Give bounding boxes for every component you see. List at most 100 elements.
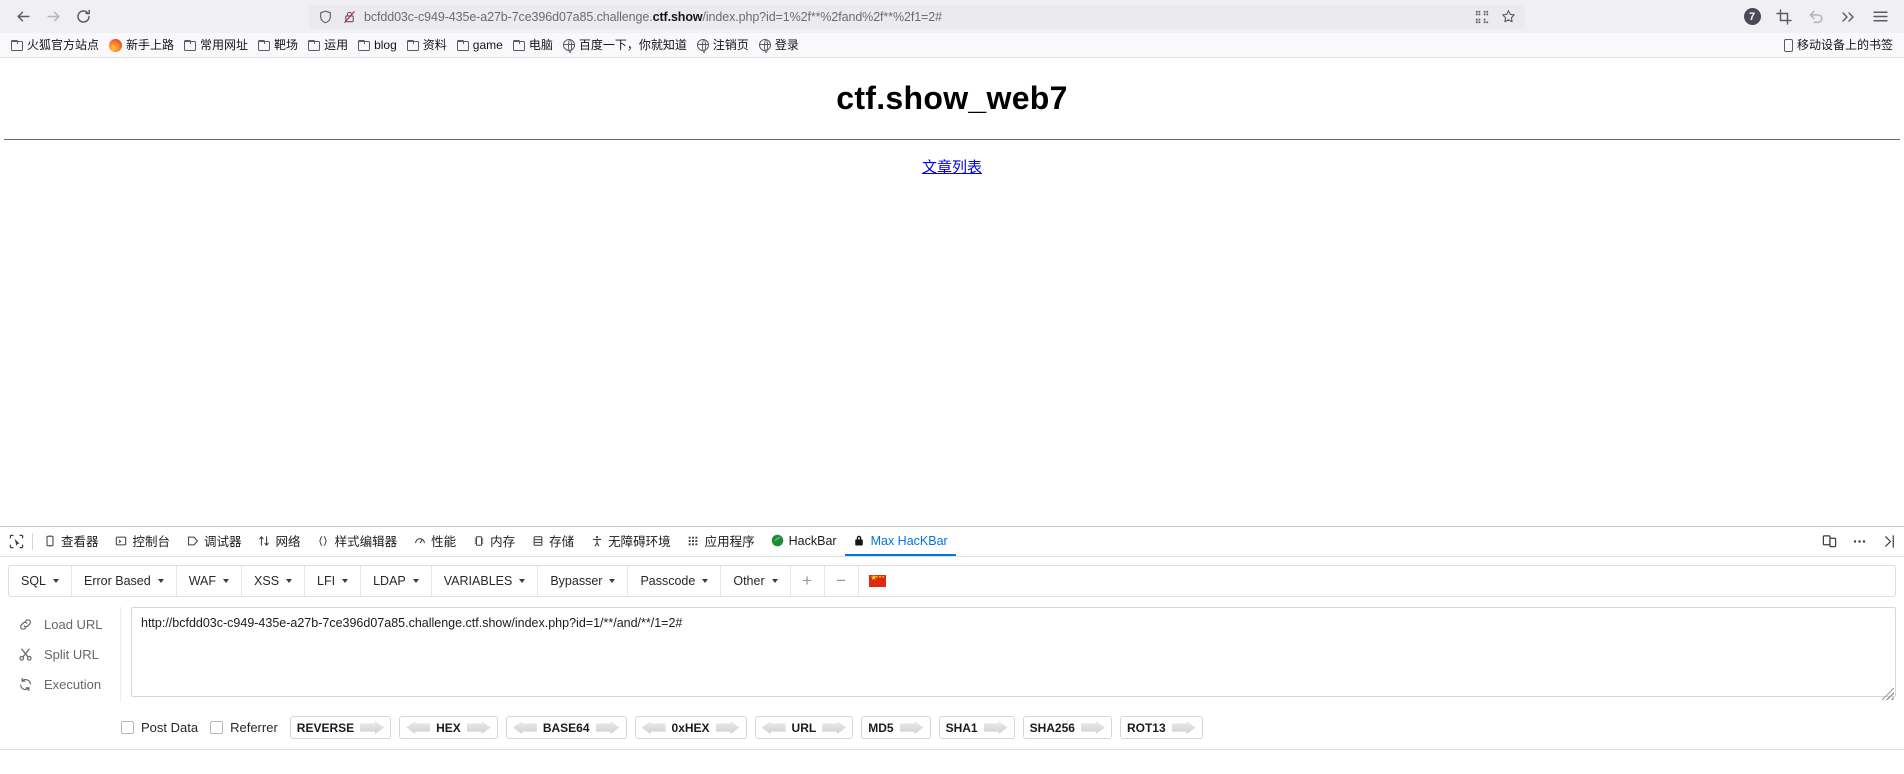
hackbar-menu-lfi[interactable]: LFI <box>305 566 362 596</box>
urlbar-container: bcfdd03c-c949-435e-a27b-7ce396d07a85.cha… <box>98 4 1736 29</box>
bookmark-item[interactable]: blog <box>353 36 402 54</box>
bookmark-label: 资料 <box>422 38 447 52</box>
devtools-tab-accessibility[interactable]: 无障碍环境 <box>582 527 679 556</box>
encode-arrow-icon[interactable] <box>1171 721 1196 734</box>
hackbar-menu-passcode[interactable]: Passcode <box>628 566 722 596</box>
article-list-link[interactable]: 文章列表 <box>922 159 982 176</box>
bookmark-item[interactable]: 注销页 <box>692 36 754 54</box>
split-url-button[interactable]: Split URL <box>8 639 120 669</box>
devtools-tab-console[interactable]: 控制台 <box>107 527 179 556</box>
encoder-sha1[interactable]: SHA1 <box>938 716 1015 739</box>
decode-arrow-icon[interactable] <box>761 721 786 734</box>
menu-label: Other <box>733 574 765 588</box>
element-picker-icon[interactable] <box>2 527 30 556</box>
hackbar-menu-xss[interactable]: XSS <box>242 566 306 596</box>
shield-icon[interactable] <box>313 7 337 27</box>
devtools-tab-debugger[interactable]: 调试器 <box>178 527 250 556</box>
bookmark-item[interactable]: 电脑 <box>508 36 558 54</box>
responsive-design-mode-icon[interactable] <box>1814 534 1844 549</box>
address-bar[interactable]: bcfdd03c-c949-435e-a27b-7ce396d07a85.cha… <box>309 4 1525 29</box>
reload-button[interactable] <box>68 3 98 31</box>
hackbar-menu-waf[interactable]: WAF <box>177 566 243 596</box>
encoder-label: SHA1 <box>945 720 978 735</box>
forward-button[interactable] <box>38 3 68 31</box>
devtools-tab-application[interactable]: 应用程序 <box>679 527 763 556</box>
execution-button[interactable]: Execution <box>8 669 120 699</box>
bookmark-label: 登录 <box>774 38 799 52</box>
bookmark-item[interactable]: 靶场 <box>253 36 303 54</box>
meatball-menu-icon[interactable] <box>1844 534 1874 549</box>
hackbar-action-list: Load URL Split URL Execution <box>8 607 121 702</box>
notification-badge[interactable]: 7 <box>1736 3 1768 31</box>
back-button[interactable] <box>8 3 38 31</box>
devtools-tab-network[interactable]: 网络 <box>250 527 309 556</box>
hackbar-menu-other[interactable]: Other <box>721 566 791 596</box>
encode-arrow-icon[interactable] <box>595 721 620 734</box>
bookmark-item[interactable]: 常用网址 <box>179 36 253 54</box>
bookmark-label: 注销页 <box>712 38 749 52</box>
broken-lock-icon[interactable] <box>337 7 361 27</box>
encode-arrow-icon[interactable] <box>899 721 924 734</box>
hackbar-menu-variables[interactable]: VARIABLES <box>432 566 539 596</box>
encoder-reverse[interactable]: REVERSE <box>289 716 392 739</box>
devtools-tab-memory[interactable]: 内存 <box>464 527 523 556</box>
remove-tab-button[interactable]: − <box>825 566 859 596</box>
hackbar-menu-sql[interactable]: SQL <box>9 566 73 596</box>
encoder-url[interactable]: URL <box>754 716 854 739</box>
bookmark-item[interactable]: 运用 <box>303 36 353 54</box>
encoder-rot13[interactable]: ROT13 <box>1119 716 1203 739</box>
devtools-tab-storage[interactable]: 存储 <box>523 527 582 556</box>
url-text[interactable]: bcfdd03c-c949-435e-a27b-7ce396d07a85.cha… <box>361 10 1469 24</box>
bookmark-mobile-folder[interactable]: 移动设备上的书签 <box>1779 36 1898 54</box>
url-input[interactable] <box>131 607 1896 697</box>
decode-arrow-icon[interactable] <box>641 721 666 734</box>
language-button[interactable] <box>859 566 897 596</box>
devtools-tab-hackbar[interactable]: HackBar <box>763 527 845 556</box>
encode-arrow-icon[interactable] <box>466 721 491 734</box>
bookmark-item[interactable]: game <box>452 36 508 54</box>
hackbar-menu-error-based[interactable]: Error Based <box>72 566 177 596</box>
chevron-down-icon <box>286 579 293 583</box>
network-icon <box>258 534 271 547</box>
bookmark-label: 常用网址 <box>200 38 249 52</box>
crop-screenshot-icon[interactable] <box>1768 3 1800 31</box>
hackbar-menu-ldap[interactable]: LDAP <box>361 566 432 596</box>
bookmark-item[interactable]: 资料 <box>402 36 452 54</box>
bookmark-item[interactable]: 火狐官方站点 <box>6 36 104 54</box>
qr-code-icon[interactable] <box>1469 6 1495 28</box>
hamburger-menu-icon[interactable] <box>1864 3 1896 31</box>
encoder-sha256[interactable]: SHA256 <box>1022 716 1112 739</box>
action-label: Load URL <box>44 616 103 632</box>
decode-arrow-icon[interactable] <box>406 721 431 734</box>
devtools-tab-style-editor[interactable]: 样式编辑器 <box>309 527 406 556</box>
menu-label: Bypasser <box>550 574 603 588</box>
star-icon[interactable] <box>1495 6 1521 28</box>
devtools-tab-max-hackbar[interactable]: Max HacKBar <box>844 527 956 556</box>
encode-arrow-icon[interactable] <box>822 721 847 734</box>
encoder-0xhex[interactable]: 0xHEX <box>634 716 747 739</box>
devtools-tab-inspector[interactable]: 查看器 <box>35 527 107 556</box>
encode-arrow-icon[interactable] <box>360 721 385 734</box>
decode-arrow-icon[interactable] <box>512 721 537 734</box>
chevron-double-right-icon[interactable] <box>1832 3 1864 31</box>
encoder-base64[interactable]: BASE64 <box>505 716 627 739</box>
bookmark-item[interactable]: 新手上路 <box>104 36 179 54</box>
devtools-tab-performance[interactable]: 性能 <box>405 527 464 556</box>
folder-icon <box>456 39 469 51</box>
hackbar-menu-toolbar: SQL Error Based WAF XSS LFI LDAP VARIABL… <box>8 565 1896 597</box>
undo-arrow-icon[interactable] <box>1800 3 1832 31</box>
hackbar-menu-bypasser[interactable]: Bypasser <box>538 566 629 596</box>
bookmark-item[interactable]: 百度一下，你就知道 <box>558 36 692 54</box>
encoder-label: URL <box>791 720 817 735</box>
encoder-hex[interactable]: HEX <box>399 716 498 739</box>
encoder-md5[interactable]: MD5 <box>861 716 931 739</box>
load-url-button[interactable]: Load URL <box>8 609 120 639</box>
encode-arrow-icon[interactable] <box>715 721 740 734</box>
encode-arrow-icon[interactable] <box>983 721 1008 734</box>
add-tab-button[interactable]: + <box>791 566 825 596</box>
encode-arrow-icon[interactable] <box>1080 721 1105 734</box>
bookmark-item[interactable]: 登录 <box>754 36 804 54</box>
referrer-checkbox[interactable]: Referrer <box>210 720 278 735</box>
post-data-checkbox[interactable]: Post Data <box>121 720 198 735</box>
close-devtools-icon[interactable] <box>1874 534 1904 549</box>
